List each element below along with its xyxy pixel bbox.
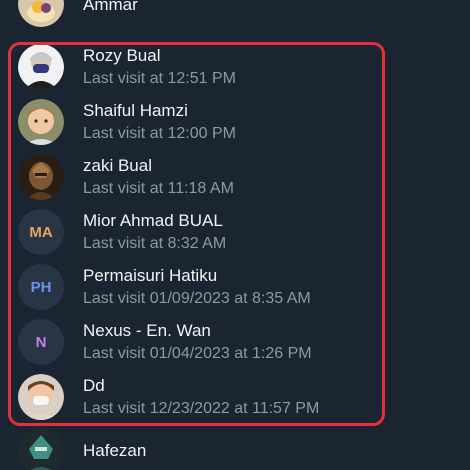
contact-row-permaisuri-hatiku[interactable]: PH Permaisuri Hatiku Last visit 01/09/20… — [0, 264, 470, 319]
contact-name: Hafezan — [83, 441, 147, 460]
avatar-armored-figure-icon — [18, 429, 64, 470]
last-visit-status: Last visit at 11:18 AM — [83, 180, 234, 197]
contact-row-hafezan[interactable]: Hafezan — [0, 429, 470, 470]
avatar-initials: N — [18, 319, 64, 365]
contact-row-rozy-bual[interactable]: Rozy Bual Last visit at 12:51 PM — [0, 44, 470, 99]
contact-name: Permaisuri Hatiku — [83, 266, 218, 285]
avatar-initials: MA — [18, 209, 64, 255]
contact-name: Shaiful Hamzi — [83, 101, 188, 120]
last-visit-status: Last visit at 12:51 PM — [83, 70, 236, 87]
contact-row-dd[interactable]: Dd Last visit 12/23/2022 at 11:57 PM — [0, 374, 470, 429]
last-visit-status: Last visit at 12:00 PM — [83, 125, 236, 142]
contact-name: Rozy Bual — [83, 46, 161, 65]
contact-row-nexus-en-wan[interactable]: N Nexus - En. Wan Last visit 01/04/2023 … — [0, 319, 470, 374]
contact-list: Ammar Rozy Bual Last visit at 12:51 PM S… — [0, 0, 470, 470]
contact-row-mior-ahmad-bual[interactable]: MA Mior Ahmad BUAL Last visit at 8:32 AM — [0, 209, 470, 264]
contact-row-shaiful-hamzi[interactable]: Shaiful Hamzi Last visit at 12:00 PM — [0, 99, 470, 154]
contact-row-zaki-bual[interactable]: zaki Bual Last visit at 11:18 AM — [0, 154, 470, 209]
last-visit-status: Last visit 01/09/2023 at 8:35 AM — [83, 290, 311, 307]
last-visit-status: Last visit 01/04/2023 at 1:26 PM — [83, 345, 312, 362]
avatar-armored-figure-icon — [18, 154, 64, 200]
contact-name: zaki Bual — [83, 156, 152, 175]
avatar-masked-person-icon — [18, 374, 64, 420]
last-visit-status: Last visit at 8:32 AM — [83, 235, 227, 252]
contact-name: Ammar — [83, 0, 138, 14]
contact-name: Nexus - En. Wan — [83, 321, 211, 340]
last-visit-status: Last visit 12/23/2022 at 11:57 PM — [83, 400, 320, 417]
avatar-dessert-icon — [18, 0, 64, 27]
contact-row-ammar[interactable]: Ammar — [0, 0, 470, 32]
contact-name: Mior Ahmad BUAL — [83, 211, 223, 230]
avatar-masked-person-icon — [18, 44, 64, 90]
avatar-initials: PH — [18, 264, 64, 310]
avatar-child-icon — [18, 99, 64, 145]
contact-name: Dd — [83, 376, 105, 395]
